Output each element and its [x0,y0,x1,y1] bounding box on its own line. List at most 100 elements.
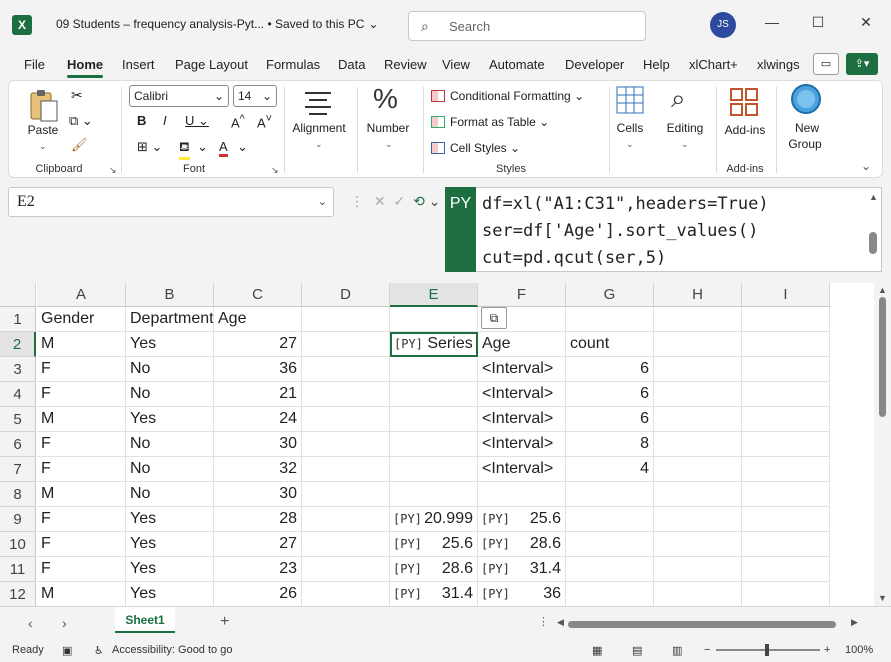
python-object-icon[interactable]: [PY] [393,532,422,556]
tab-insert[interactable]: Insert [122,57,155,72]
cell-g9[interactable] [566,507,654,532]
scroll-up-icon[interactable]: ▲ [878,285,887,295]
bold-icon[interactable]: B [137,113,146,128]
name-box[interactable]: E2 ⌄ [8,187,334,217]
macro-recorder-icon[interactable]: ▣ [62,644,72,657]
column-header-a[interactable]: A [37,283,126,307]
cell-c11[interactable]: 23 [214,557,302,582]
tab-help[interactable]: Help [643,57,670,72]
tab-xlwings[interactable]: xlwings [757,57,800,72]
row-header[interactable]: 5 [0,407,36,432]
cell-f8[interactable] [478,482,566,507]
cell-f6[interactable]: <Interval> [478,432,566,457]
column-header-d[interactable]: D [302,283,390,307]
cell-i4[interactable] [742,382,830,407]
cell-i2[interactable] [742,332,830,357]
cell-h10[interactable] [654,532,742,557]
scroll-down-icon[interactable]: ▼ [878,593,887,603]
row-header[interactable]: 4 [0,382,36,407]
python-object-icon[interactable]: [PY] [481,557,510,581]
minimize-button[interactable]: — [760,14,784,30]
cell-g8[interactable] [566,482,654,507]
zoom-level[interactable]: 100% [845,644,873,656]
cell-e9[interactable]: [PY] 20.999 [390,507,478,532]
cell-h2[interactable] [654,332,742,357]
sheet-tab-sheet1[interactable]: Sheet1 [115,607,175,633]
cell-d5[interactable] [302,407,390,432]
normal-view-icon[interactable]: ▦ [592,644,602,657]
format-painter-icon[interactable]: 🖌 [71,137,88,153]
cell-c6[interactable]: 30 [214,432,302,457]
cell-a6[interactable]: F [37,432,126,457]
formula-input[interactable]: df=xl("A1:C31",headers=True) ser=df['Age… [476,187,882,272]
cell-b8[interactable]: No [126,482,214,507]
fill-color-icon[interactable]: ⛾ [179,139,190,160]
accessibility-status[interactable]: Accessibility: Good to go [112,644,232,656]
scroll-up-icon[interactable]: ▲ [869,192,878,202]
cell-g6[interactable]: 8 [566,432,654,457]
cell-h12[interactable] [654,582,742,606]
cell-c3[interactable]: 36 [214,357,302,382]
python-object-icon[interactable]: [PY] [393,507,422,531]
cell-d10[interactable] [302,532,390,557]
cell-i9[interactable] [742,507,830,532]
chevron-down-icon[interactable]: ⌄ [315,139,323,150]
clipboard-launcher-icon[interactable]: ↘ [109,165,117,176]
cell-c8[interactable]: 30 [214,482,302,507]
cell-f12[interactable]: [PY] 36 [478,582,566,606]
cell-d7[interactable] [302,457,390,482]
prev-sheet-icon[interactable]: ‹ [28,615,33,631]
cell-e3[interactable] [390,357,478,382]
cell-a7[interactable]: F [37,457,126,482]
formula-scrollbar[interactable]: ▲ [869,192,878,266]
cell-a8[interactable]: M [37,482,126,507]
cell-h4[interactable] [654,382,742,407]
cell-i10[interactable] [742,532,830,557]
cell-b9[interactable]: Yes [126,507,214,532]
tab-review[interactable]: Review [384,57,427,72]
cell-c10[interactable]: 27 [214,532,302,557]
cell-a4[interactable]: F [37,382,126,407]
cell-b6[interactable]: No [126,432,214,457]
page-break-view-icon[interactable]: ▥ [672,644,682,657]
chevron-down-icon[interactable]: ⌄ [626,139,634,150]
python-object-icon[interactable]: [PY] [481,582,510,606]
cells-icon[interactable] [615,85,645,115]
cell-g2[interactable]: count [566,332,654,357]
tab-view[interactable]: View [442,57,470,72]
cell-c1[interactable]: Age [214,307,302,332]
column-header-c[interactable]: C [214,283,302,307]
tab-developer[interactable]: Developer [565,57,624,72]
font-size-select[interactable]: 14 ⌄ [233,85,277,107]
cell-d3[interactable] [302,357,390,382]
tab-formulas[interactable]: Formulas [266,57,320,72]
maximize-button[interactable]: ☐ [806,14,830,31]
cell-c7[interactable]: 32 [214,457,302,482]
tab-data[interactable]: Data [338,57,365,72]
document-title[interactable]: 09 Students – frequency analysis-Pyt... … [56,17,378,31]
cell-h9[interactable] [654,507,742,532]
cell-b11[interactable]: Yes [126,557,214,582]
cell-d6[interactable] [302,432,390,457]
decrease-font-icon[interactable]: A˅ [257,113,272,130]
quick-analysis-icon[interactable]: ⧉ [481,307,507,329]
row-header[interactable]: 9 [0,507,36,532]
cell-a10[interactable]: F [37,532,126,557]
row-header[interactable]: 7 [0,457,36,482]
column-header-h[interactable]: H [654,283,742,307]
cell-c2[interactable]: 27 [214,332,302,357]
cell-d4[interactable] [302,382,390,407]
cancel-icon[interactable]: ✕ [374,193,386,209]
cell-d1[interactable] [302,307,390,332]
column-header-e[interactable]: E [390,283,478,307]
new-group-icon[interactable] [790,83,822,115]
cell-e2[interactable]: [PY] Series [390,332,478,357]
cell-f9[interactable]: [PY] 25.6 [478,507,566,532]
cell-d12[interactable] [302,582,390,606]
cell-a11[interactable]: F [37,557,126,582]
cell-b12[interactable]: Yes [126,582,214,606]
python-object-icon[interactable]: [PY] [481,507,510,531]
row-header[interactable]: 12 [0,582,36,606]
cell-a12[interactable]: M [37,582,126,606]
cell-f11[interactable]: [PY] 31.4 [478,557,566,582]
